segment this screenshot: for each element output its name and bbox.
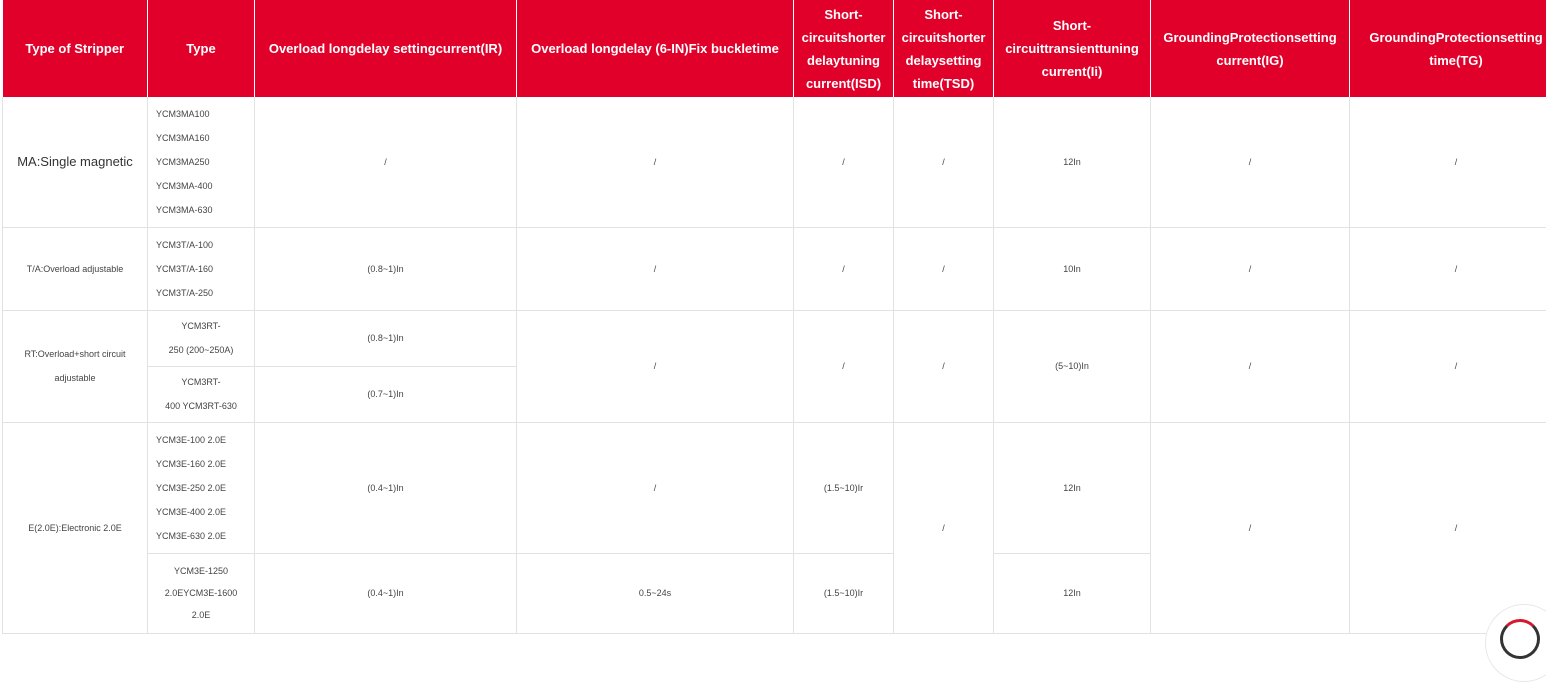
model-name: YCM3T/A-100: [156, 233, 250, 257]
model-name: YCM3RT-: [152, 314, 250, 338]
header-tg: GroundingProtectionsetting time(TG): [1350, 0, 1546, 97]
tg-cell: /: [1350, 422, 1546, 633]
header-isd: Short-circuitshorter delaytuning current…: [794, 0, 894, 97]
header-ir: Overload longdelay settingcurrent(IR): [255, 0, 517, 97]
fix-time-cell: /: [517, 227, 794, 310]
isd-cell: (1.5~10)Ir: [794, 553, 894, 633]
tg-cell: /: [1350, 97, 1546, 227]
model-list-cell: YCM3E-1250 2.0EYCM3E-1600 2.0E: [148, 553, 255, 633]
isd-cell: (1.5~10)Ir: [794, 422, 894, 553]
model-list-cell: YCM3RT- 250 (200~250A): [148, 310, 255, 366]
tg-cell: /: [1350, 227, 1546, 310]
stripper-type-cell: E(2.0E):Electronic 2.0E: [3, 422, 148, 633]
table-row-ta: T/A:Overload adjustable YCM3T/A-100 YCM3…: [3, 227, 1546, 310]
model-name: YCM3E-100 2.0E: [156, 428, 250, 452]
chat-icon: [1500, 619, 1540, 659]
ir-cell: (0.8~1)In: [255, 310, 517, 366]
ii-cell: 12In: [994, 553, 1151, 633]
table-row-e: E(2.0E):Electronic 2.0E YCM3E-100 2.0E Y…: [3, 422, 1546, 553]
fix-time-cell: /: [517, 97, 794, 227]
header-type: Type: [148, 0, 255, 97]
model-name: 2.0EYCM3E-1600: [152, 582, 250, 604]
ir-cell: (0.4~1)In: [255, 553, 517, 633]
ii-cell: 12In: [994, 97, 1151, 227]
ig-cell: /: [1151, 422, 1350, 633]
ir-cell: (0.7~1)In: [255, 366, 517, 422]
ii-cell: 10In: [994, 227, 1151, 310]
header-type-of-stripper: Type of Stripper: [3, 0, 148, 97]
stripper-type-line: RT:Overload+short circuit: [7, 342, 143, 366]
model-name: YCM3T/A-250: [156, 281, 250, 305]
fix-time-cell: 0.5~24s: [517, 553, 794, 633]
header-fix-buckle-time: Overload longdelay (6-IN)Fix buckletime: [517, 0, 794, 97]
model-name: YCM3E-400 2.0E: [156, 500, 250, 524]
ir-cell: /: [255, 97, 517, 227]
tsd-cell: /: [894, 227, 994, 310]
ig-cell: /: [1151, 227, 1350, 310]
stripper-type-cell: RT:Overload+short circuit adjustable: [3, 310, 148, 422]
tsd-cell: /: [894, 310, 994, 422]
fix-time-cell: /: [517, 422, 794, 553]
ii-cell: (5~10)In: [994, 310, 1151, 422]
model-name: YCM3E-160 2.0E: [156, 452, 250, 476]
header-ig: GroundingProtectionsetting current(IG): [1151, 0, 1350, 97]
header-tsd: Short-circuitshorter delaysetting time(T…: [894, 0, 994, 97]
model-name: 400 YCM3RT-630: [152, 394, 250, 418]
isd-cell: /: [794, 227, 894, 310]
fix-time-cell: /: [517, 310, 794, 422]
model-name: 2.0E: [152, 604, 250, 626]
model-name: YCM3RT-: [152, 370, 250, 394]
model-name: YCM3MA-400: [156, 174, 250, 198]
stripper-spec-table: Type of Stripper Type Overload longdelay…: [2, 0, 1546, 634]
isd-cell: /: [794, 97, 894, 227]
model-name: YCM3MA100: [156, 102, 250, 126]
stripper-type-line: adjustable: [7, 366, 143, 390]
model-name: YCM3MA250: [156, 150, 250, 174]
header-ii: Short-circuittransienttuning current(Ii): [994, 0, 1151, 97]
ir-cell: (0.8~1)In: [255, 227, 517, 310]
stripper-type-cell: T/A:Overload adjustable: [3, 227, 148, 310]
ir-cell: (0.4~1)In: [255, 422, 517, 553]
tg-cell: /: [1350, 310, 1546, 422]
header-row: Type of Stripper Type Overload longdelay…: [3, 0, 1546, 97]
model-list-cell: YCM3MA100 YCM3MA160 YCM3MA250 YCM3MA-400…: [148, 97, 255, 227]
model-list-cell: YCM3RT- 400 YCM3RT-630: [148, 366, 255, 422]
table-row-rt: RT:Overload+short circuit adjustable YCM…: [3, 310, 1546, 366]
model-name: YCM3MA160: [156, 126, 250, 150]
model-name: YCM3T/A-160: [156, 257, 250, 281]
model-name: YCM3E-630 2.0E: [156, 524, 250, 548]
model-list-cell: YCM3E-100 2.0E YCM3E-160 2.0E YCM3E-250 …: [148, 422, 255, 553]
tsd-cell: /: [894, 422, 994, 633]
ii-cell: 12In: [994, 422, 1151, 553]
model-name: 250 (200~250A): [152, 338, 250, 362]
ig-cell: /: [1151, 310, 1350, 422]
ig-cell: /: [1151, 97, 1350, 227]
model-name: YCM3E-1250: [152, 560, 250, 582]
model-name: YCM3MA-630: [156, 198, 250, 222]
model-name: YCM3E-250 2.0E: [156, 476, 250, 500]
table-row-ma: MA:Single magnetic YCM3MA100 YCM3MA160 Y…: [3, 97, 1546, 227]
stripper-type-cell: MA:Single magnetic: [3, 97, 148, 227]
isd-cell: /: [794, 310, 894, 422]
model-list-cell: YCM3T/A-100 YCM3T/A-160 YCM3T/A-250: [148, 227, 255, 310]
tsd-cell: /: [894, 97, 994, 227]
